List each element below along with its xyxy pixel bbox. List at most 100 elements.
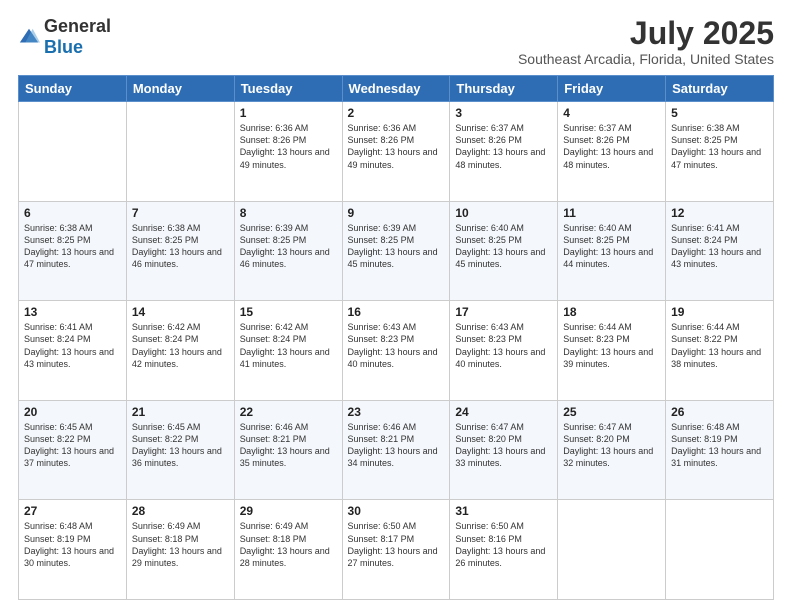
day-number: 11 bbox=[563, 206, 660, 220]
logo-icon bbox=[18, 26, 40, 48]
table-row: 27Sunrise: 6:48 AM Sunset: 8:19 PM Dayli… bbox=[19, 500, 127, 600]
day-info: Sunrise: 6:47 AM Sunset: 8:20 PM Dayligh… bbox=[455, 421, 552, 470]
logo: General Blue bbox=[18, 16, 111, 58]
day-info: Sunrise: 6:40 AM Sunset: 8:25 PM Dayligh… bbox=[563, 222, 660, 271]
col-tuesday: Tuesday bbox=[234, 76, 342, 102]
day-info: Sunrise: 6:48 AM Sunset: 8:19 PM Dayligh… bbox=[671, 421, 768, 470]
day-number: 5 bbox=[671, 106, 768, 120]
day-number: 23 bbox=[348, 405, 445, 419]
table-row: 3 Sunrise: 6:37 AM Sunset: 8:26 PM Daylig… bbox=[450, 102, 558, 202]
calendar-week-row: 1 Sunrise: 6:36 AM Sunset: 8:26 PM Daylig… bbox=[19, 102, 774, 202]
day-number: 3 bbox=[455, 106, 552, 120]
table-row bbox=[558, 500, 666, 600]
header: General Blue July 2025 Southeast Arcadia… bbox=[18, 16, 774, 67]
day-info: Sunrise: 6:45 AM Sunset: 8:22 PM Dayligh… bbox=[132, 421, 229, 470]
table-row: 26 Sunrise: 6:48 AM Sunset: 8:19 PM Dayli… bbox=[666, 400, 774, 500]
day-info: Sunrise: 6:47 AM Sunset: 8:20 PM Dayligh… bbox=[563, 421, 660, 470]
day-info: Sunrise: 6:42 AM Sunset: 8:24 PM Dayligh… bbox=[240, 321, 337, 370]
day-info: Sunrise: 6:39 AM Sunset: 8:25 PM Dayligh… bbox=[240, 222, 337, 271]
day-info: Sunrise: 6:50 AM Sunset: 8:16 PM Dayligh… bbox=[455, 520, 552, 569]
day-number: 20 bbox=[24, 405, 121, 419]
day-info: Sunrise: 6:43 AM Sunset: 8:23 PM Dayligh… bbox=[455, 321, 552, 370]
logo-blue: Blue bbox=[44, 37, 83, 57]
day-number: 28 bbox=[132, 504, 229, 518]
day-info: Sunrise: 6:36 AM Sunset: 8:26 PM Dayligh… bbox=[348, 122, 445, 171]
day-number: 10 bbox=[455, 206, 552, 220]
table-row: 9 Sunrise: 6:39 AM Sunset: 8:25 PM Daylig… bbox=[342, 201, 450, 301]
table-row: 30 Sunrise: 6:50 AM Sunset: 8:17 PM Dayli… bbox=[342, 500, 450, 600]
table-row: 17 Sunrise: 6:43 AM Sunset: 8:23 PM Dayli… bbox=[450, 301, 558, 401]
day-number: 4 bbox=[563, 106, 660, 120]
table-row: 14 Sunrise: 6:42 AM Sunset: 8:24 PM Dayli… bbox=[126, 301, 234, 401]
day-number: 16 bbox=[348, 305, 445, 319]
day-info: Sunrise: 6:36 AM Sunset: 8:26 PM Dayligh… bbox=[240, 122, 337, 171]
table-row: 22Sunrise: 6:46 AM Sunset: 8:21 PM Dayli… bbox=[234, 400, 342, 500]
day-number: 31 bbox=[455, 504, 552, 518]
day-info: Sunrise: 6:49 AM Sunset: 8:18 PM Dayligh… bbox=[132, 520, 229, 569]
day-info: Sunrise: 6:42 AM Sunset: 8:24 PM Dayligh… bbox=[132, 321, 229, 370]
day-number: 1 bbox=[240, 106, 337, 120]
table-row: 31 Sunrise: 6:50 AM Sunset: 8:16 PM Dayli… bbox=[450, 500, 558, 600]
table-row: 13Sunrise: 6:41 AM Sunset: 8:24 PM Dayli… bbox=[19, 301, 127, 401]
table-row: 16Sunrise: 6:43 AM Sunset: 8:23 PM Dayli… bbox=[342, 301, 450, 401]
day-number: 13 bbox=[24, 305, 121, 319]
calendar-week-row: 27Sunrise: 6:48 AM Sunset: 8:19 PM Dayli… bbox=[19, 500, 774, 600]
day-number: 21 bbox=[132, 405, 229, 419]
table-row: 21 Sunrise: 6:45 AM Sunset: 8:22 PM Dayli… bbox=[126, 400, 234, 500]
table-row: 20 Sunrise: 6:45 AM Sunset: 8:22 PM Dayli… bbox=[19, 400, 127, 500]
day-number: 30 bbox=[348, 504, 445, 518]
day-info: Sunrise: 6:39 AM Sunset: 8:25 PM Dayligh… bbox=[348, 222, 445, 271]
logo-general: General bbox=[44, 16, 111, 36]
day-info: Sunrise: 6:44 AM Sunset: 8:23 PM Dayligh… bbox=[563, 321, 660, 370]
day-number: 8 bbox=[240, 206, 337, 220]
calendar-table: Sunday Monday Tuesday Wednesday Thursday… bbox=[18, 75, 774, 600]
page: General Blue July 2025 Southeast Arcadia… bbox=[0, 0, 792, 612]
day-number: 9 bbox=[348, 206, 445, 220]
day-number: 17 bbox=[455, 305, 552, 319]
table-row: 4 Sunrise: 6:37 AM Sunset: 8:26 PM Daylig… bbox=[558, 102, 666, 202]
table-row: 1 Sunrise: 6:36 AM Sunset: 8:26 PM Daylig… bbox=[234, 102, 342, 202]
day-number: 18 bbox=[563, 305, 660, 319]
day-number: 26 bbox=[671, 405, 768, 419]
day-info: Sunrise: 6:37 AM Sunset: 8:26 PM Dayligh… bbox=[563, 122, 660, 171]
day-number: 25 bbox=[563, 405, 660, 419]
table-row: 11 Sunrise: 6:40 AM Sunset: 8:25 PM Dayli… bbox=[558, 201, 666, 301]
day-number: 15 bbox=[240, 305, 337, 319]
table-row: 24 Sunrise: 6:47 AM Sunset: 8:20 PM Dayli… bbox=[450, 400, 558, 500]
day-number: 24 bbox=[455, 405, 552, 419]
table-row: 10 Sunrise: 6:40 AM Sunset: 8:25 PM Dayli… bbox=[450, 201, 558, 301]
calendar-header-row: Sunday Monday Tuesday Wednesday Thursday… bbox=[19, 76, 774, 102]
table-row: 12 Sunrise: 6:41 AM Sunset: 8:24 PM Dayli… bbox=[666, 201, 774, 301]
day-number: 29 bbox=[240, 504, 337, 518]
table-row bbox=[19, 102, 127, 202]
day-number: 14 bbox=[132, 305, 229, 319]
table-row: 29Sunrise: 6:49 AM Sunset: 8:18 PM Dayli… bbox=[234, 500, 342, 600]
table-row: 6Sunrise: 6:38 AM Sunset: 8:25 PM Daylig… bbox=[19, 201, 127, 301]
day-info: Sunrise: 6:37 AM Sunset: 8:26 PM Dayligh… bbox=[455, 122, 552, 171]
logo-text: General Blue bbox=[44, 16, 111, 58]
day-number: 27 bbox=[24, 504, 121, 518]
day-info: Sunrise: 6:41 AM Sunset: 8:24 PM Dayligh… bbox=[671, 222, 768, 271]
table-row: 28 Sunrise: 6:49 AM Sunset: 8:18 PM Dayli… bbox=[126, 500, 234, 600]
day-info: Sunrise: 6:40 AM Sunset: 8:25 PM Dayligh… bbox=[455, 222, 552, 271]
table-row: 5Sunrise: 6:38 AM Sunset: 8:25 PM Daylig… bbox=[666, 102, 774, 202]
month-year: July 2025 bbox=[518, 16, 774, 51]
calendar-week-row: 6Sunrise: 6:38 AM Sunset: 8:25 PM Daylig… bbox=[19, 201, 774, 301]
calendar-week-row: 13Sunrise: 6:41 AM Sunset: 8:24 PM Dayli… bbox=[19, 301, 774, 401]
table-row bbox=[126, 102, 234, 202]
table-row: 23 Sunrise: 6:46 AM Sunset: 8:21 PM Dayli… bbox=[342, 400, 450, 500]
table-row: 18 Sunrise: 6:44 AM Sunset: 8:23 PM Dayli… bbox=[558, 301, 666, 401]
col-sunday: Sunday bbox=[19, 76, 127, 102]
table-row bbox=[666, 500, 774, 600]
day-info: Sunrise: 6:45 AM Sunset: 8:22 PM Dayligh… bbox=[24, 421, 121, 470]
day-number: 6 bbox=[24, 206, 121, 220]
day-number: 12 bbox=[671, 206, 768, 220]
table-row: 15 Sunrise: 6:42 AM Sunset: 8:24 PM Dayli… bbox=[234, 301, 342, 401]
calendar-week-row: 20 Sunrise: 6:45 AM Sunset: 8:22 PM Dayli… bbox=[19, 400, 774, 500]
day-number: 22 bbox=[240, 405, 337, 419]
table-row: 25 Sunrise: 6:47 AM Sunset: 8:20 PM Dayli… bbox=[558, 400, 666, 500]
day-info: Sunrise: 6:50 AM Sunset: 8:17 PM Dayligh… bbox=[348, 520, 445, 569]
day-number: 2 bbox=[348, 106, 445, 120]
day-info: Sunrise: 6:46 AM Sunset: 8:21 PM Dayligh… bbox=[348, 421, 445, 470]
table-row: 19Sunrise: 6:44 AM Sunset: 8:22 PM Dayli… bbox=[666, 301, 774, 401]
